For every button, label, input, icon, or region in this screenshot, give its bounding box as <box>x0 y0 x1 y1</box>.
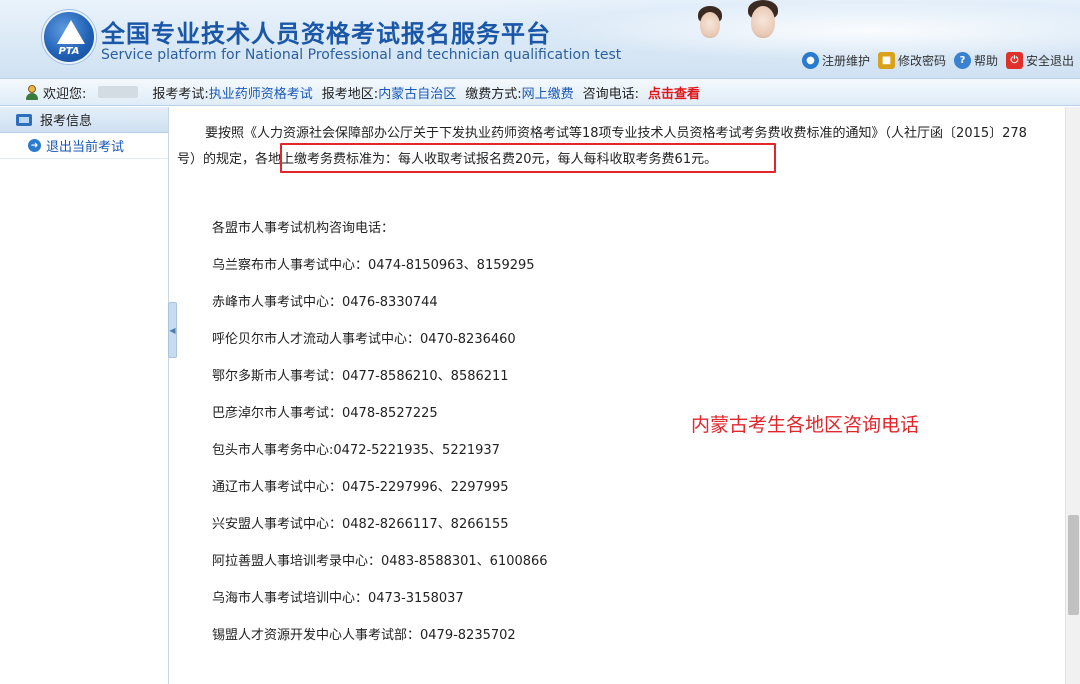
region-phone-annotation: 内蒙古考生各地区咨询电话 <box>691 414 920 436</box>
help-icon: ? <box>953 52 971 69</box>
logout-link[interactable]: ⏻ 安全退出 <box>1005 52 1074 69</box>
sidebar-item-label: 退出当前考试 <box>46 140 125 155</box>
username-redacted <box>98 86 139 98</box>
change-password-link[interactable]: ■ 修改密码 <box>877 52 946 69</box>
scrollbar-thumb[interactable] <box>1068 515 1079 615</box>
top-links: ● 注册维护 ■ 修改密码 ? 帮助 ⏻ 安全退出 <box>801 52 1074 69</box>
view-phone-link[interactable]: 点击查看 <box>648 83 700 102</box>
region-label: 报考地区: <box>321 86 379 102</box>
contact-row: 锡盟人才资源开发中心人事考试部：0479-8235702 <box>212 628 516 643</box>
site-title: 全国专业技术人员资格考试报名服务平台 <box>101 20 551 48</box>
help-label: 帮助 <box>973 54 998 68</box>
contacts-heading: 各盟市人事考试机构咨询电话： <box>212 221 395 236</box>
sidebar-header-exam-info[interactable]: 报考信息 <box>0 107 168 133</box>
sidebar-item-exit-exam[interactable]: ➜ 退出当前考试 <box>0 133 168 159</box>
contact-row: 通辽市人事考试中心：0475-2297996、2297995 <box>212 480 509 495</box>
exam-value: 执业药师资格考试 <box>208 86 313 102</box>
register-maintenance-label: 注册维护 <box>821 54 870 68</box>
monitor-icon <box>16 113 32 126</box>
help-link[interactable]: ? 帮助 <box>953 52 998 69</box>
mountain-icon <box>57 20 85 44</box>
site-header: PTA 全国专业技术人员资格考试报名服务平台 Service platform … <box>0 0 1080 78</box>
sidebar-header-label: 报考信息 <box>40 114 93 129</box>
sidebar: 报考信息 ➜ 退出当前考试 <box>0 107 169 684</box>
payment-value: 网上缴费 <box>521 86 574 102</box>
contact-row: 赤峰市人事考试中心：0476-8330744 <box>212 295 438 310</box>
header-people-illustration <box>690 0 800 52</box>
sidebar-collapse-handle[interactable]: ◀ <box>168 302 177 358</box>
contact-row: 阿拉善盟人事培训考录中心：0483-8588301、6100866 <box>212 554 548 569</box>
pta-logo: PTA <box>42 10 96 64</box>
user-info-bar: 欢迎您: 报考考试: 执业药师资格考试 报考地区: 内蒙古自治区 缴费方式: 网… <box>0 78 1080 106</box>
lock-icon: ■ <box>877 52 895 69</box>
contact-row: 乌兰察布市人事考试中心：0474-8150963、8159295 <box>212 258 535 273</box>
logo-text: PTA <box>58 46 80 57</box>
exam-label: 报考考试: <box>152 86 209 102</box>
payment-label: 缴费方式: <box>465 86 522 102</box>
user-icon <box>25 84 39 100</box>
contact-row: 兴安盟人事考试中心：0482-8266117、8266155 <box>212 517 509 532</box>
register-maintenance-link[interactable]: ● 注册维护 <box>801 52 870 69</box>
contact-row: 包头市人事考务中心:0472-5221935、5221937 <box>212 443 500 458</box>
arrow-right-icon: ➜ <box>28 139 41 152</box>
vertical-scrollbar[interactable] <box>1065 107 1080 684</box>
change-password-label: 修改密码 <box>897 54 946 68</box>
contact-row: 巴彦淖尔市人事考试：0478-8527225 <box>212 406 438 421</box>
fee-standard-highlight-box <box>280 143 776 173</box>
contact-row: 鄂尔多斯市人事考试：0477-8586210、8586211 <box>212 369 509 384</box>
contact-row: 乌海市人事考试培训中心：0473-3158037 <box>212 591 464 606</box>
phone-label: 咨询电话: <box>582 86 639 102</box>
main-content: 要按照《人力资源社会保障部办公厅关于下发执业药师资格考试等18项专业技术人员资格… <box>177 107 1065 684</box>
region-value: 内蒙古自治区 <box>378 86 457 102</box>
welcome-label: 欢迎您: <box>43 86 87 102</box>
site-subtitle: Service platform for National Profession… <box>101 47 622 63</box>
logout-label: 安全退出 <box>1025 54 1074 68</box>
globe-icon: ● <box>801 52 819 69</box>
contact-list: 各盟市人事考试机构咨询电话： 乌兰察布市人事考试中心：0474-8150963、… <box>212 219 548 663</box>
contact-row: 呼伦贝尔市人才流动人事考试中心：0470-8236460 <box>212 332 516 347</box>
power-icon: ⏻ <box>1005 52 1023 69</box>
